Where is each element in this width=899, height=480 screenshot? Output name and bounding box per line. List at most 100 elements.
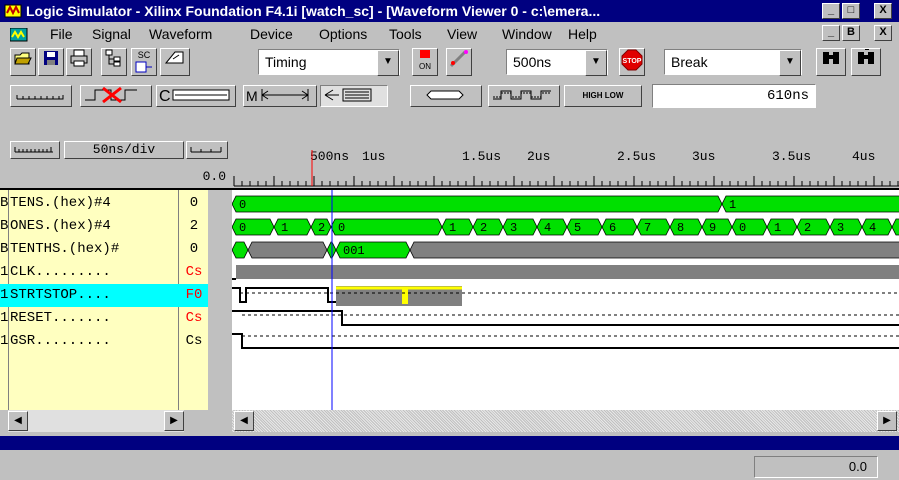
print-button[interactable] (66, 48, 92, 76)
signal-value: 0 (189, 195, 199, 211)
tick-label: 1.5us (462, 149, 501, 164)
status-value: 0.0 (754, 456, 878, 478)
signal-type: B (0, 218, 9, 234)
doc-restore-button[interactable]: B (842, 25, 860, 41)
bus-segment (669, 218, 703, 236)
compare-button[interactable]: C (156, 85, 236, 107)
signal-row[interactable]: 1 GSR......... Cs (0, 330, 208, 353)
signal-row[interactable]: B TENS.(hex)#4 0 (0, 192, 208, 215)
zoom-out-button[interactable] (10, 85, 72, 107)
clock-wave-icon (493, 90, 551, 100)
menu-help[interactable]: Help (568, 26, 597, 42)
scroll-right-arrow-icon[interactable]: ▶ (164, 411, 184, 431)
zoom-in-button[interactable] (10, 141, 60, 159)
signal-value: Cs (185, 264, 203, 280)
bus-value-label: 3 (510, 221, 517, 235)
close-button[interactable]: X (874, 3, 892, 19)
break-select[interactable]: Break ▼ (664, 49, 802, 76)
waveform-panel: 010120123456789012345001 (232, 190, 899, 410)
save-button[interactable] (38, 48, 64, 76)
waveform-hscrollbar[interactable]: ◀ ▶ (232, 410, 899, 432)
bus-segment (566, 218, 603, 236)
time-per-div[interactable]: 50ns/div (64, 141, 184, 159)
signal-name: TENTHS.(hex)# (10, 241, 120, 257)
stimulator-button[interactable] (160, 48, 190, 76)
maximize-button[interactable]: □ (842, 3, 860, 19)
step-size-select[interactable]: 500ns ▼ (506, 49, 608, 76)
bus-value-label: 2 (804, 221, 811, 235)
signal-value: Cs (185, 333, 203, 349)
minimize-button[interactable]: _ (822, 3, 840, 19)
signal-hscrollbar[interactable]: ◀ ▶ (8, 410, 184, 432)
menu-waveform[interactable]: Waveform (149, 26, 212, 42)
scroll-left-arrow-icon[interactable]: ◀ (8, 411, 28, 431)
find-button[interactable] (816, 48, 846, 76)
signal-row[interactable]: 1 STRTSTOP.... F0 (0, 284, 208, 307)
status-bar: 0.0 (0, 452, 899, 480)
bus-segment (536, 218, 568, 236)
signal-row[interactable]: 1 CLK......... Cs (0, 261, 208, 284)
doc-close-button[interactable]: X (874, 25, 892, 41)
find-next-button[interactable] (851, 48, 881, 76)
menu-device[interactable]: Device (250, 26, 293, 42)
sc-button[interactable]: SC (131, 48, 157, 76)
simulate-on-button[interactable]: ON (412, 48, 438, 76)
sc-arrow-icon (135, 61, 152, 73)
scroll-splitter-gutter[interactable] (208, 410, 232, 432)
signal-row[interactable]: 1 RESET....... Cs (0, 307, 208, 330)
bus-button[interactable] (410, 85, 482, 107)
step-dropdown-arrow-icon[interactable]: ▼ (585, 50, 607, 76)
step-wand-icon (449, 50, 468, 68)
strtstop-pulse (402, 288, 408, 304)
signal-row[interactable]: B ONES.(hex)#4 2 (0, 215, 208, 238)
mode-dropdown-arrow-icon[interactable]: ▼ (377, 50, 399, 76)
tick-label: 500ns (310, 149, 349, 164)
bus-segment (766, 218, 798, 236)
clock-button[interactable] (488, 85, 560, 107)
time-ruler: 500ns 1us 1.5us 2us 2.5us 3us 3.5us 4us (232, 138, 899, 190)
stop-button[interactable]: STOP (619, 48, 645, 76)
bus-value-label: 8 (677, 221, 684, 235)
step-button[interactable] (446, 48, 472, 76)
menu-signal[interactable]: Signal (92, 26, 131, 42)
delete-signal-button[interactable] (80, 85, 152, 107)
signal-type: 1 (0, 333, 9, 349)
break-dropdown-arrow-icon[interactable]: ▼ (779, 50, 801, 76)
menu-view[interactable]: View (447, 26, 477, 42)
bus-segment (701, 218, 733, 236)
bus-segment (829, 218, 863, 236)
open-button[interactable] (10, 48, 36, 76)
hierarchy-button[interactable] (101, 48, 127, 76)
signal-type: B (0, 195, 9, 211)
splitter-gutter[interactable] (208, 190, 232, 410)
bus-segment (636, 218, 671, 236)
signal-name: GSR......... (10, 333, 111, 349)
bus-value-label: 001 (343, 244, 365, 258)
high-low-button[interactable]: HIGH LOW (564, 85, 642, 107)
measure-icon: M (246, 88, 309, 104)
wave-scroll-left-arrow-icon[interactable]: ◀ (234, 411, 254, 431)
zoom-full-button[interactable] (186, 141, 228, 159)
bus-segment (796, 218, 831, 236)
signal-row[interactable]: B TENTHS.(hex)# 0 (0, 238, 208, 261)
doc-minimize-button[interactable]: _ (822, 25, 840, 41)
tick-label: 4us (852, 149, 875, 164)
markers-toggle[interactable] (320, 85, 388, 107)
measure-button[interactable]: M (243, 85, 317, 107)
bus-value-label: 6 (609, 221, 616, 235)
menu-window[interactable]: Window (502, 26, 552, 42)
bus-value-label: 1 (281, 221, 288, 235)
signal-type: 1 (0, 310, 9, 326)
mode-select[interactable]: Timing ▼ (258, 49, 400, 76)
wave-scroll-right-arrow-icon[interactable]: ▶ (877, 411, 897, 431)
menu-file[interactable]: File (50, 26, 73, 42)
menu-options[interactable]: Options (319, 26, 367, 42)
coarse-ruler-icon (190, 147, 222, 153)
stop-label: STOP (623, 58, 642, 65)
signal-type: B (0, 241, 9, 257)
document-border (0, 436, 899, 450)
menu-tools[interactable]: Tools (389, 26, 422, 42)
high-low-label: HIGH LOW (582, 91, 624, 100)
bus-value-label: 2 (318, 221, 325, 235)
signal-value: F0 (185, 287, 203, 303)
